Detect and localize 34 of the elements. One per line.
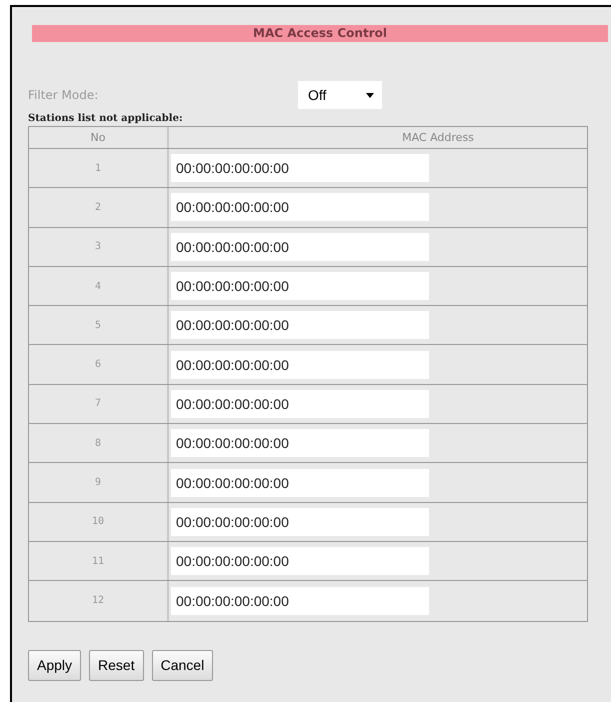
row-number: 7 xyxy=(29,384,169,424)
mac-address-field[interactable]: 00:00:00:00:00:00 xyxy=(171,547,429,576)
mac-address-field[interactable]: 00:00:00:00:00:00 xyxy=(171,311,429,340)
row-number: 6 xyxy=(29,345,169,384)
row-number: 11 xyxy=(29,542,169,580)
row-number: 1 xyxy=(29,149,169,188)
mac-address-field[interactable]: 00:00:00:00:00:00 xyxy=(171,429,429,458)
section-title: MAC Access Control xyxy=(32,25,608,42)
row-number: 4 xyxy=(29,266,169,306)
mac-address-field[interactable]: 00:00:00:00:00:00 xyxy=(171,390,429,418)
row-number: 3 xyxy=(29,228,169,266)
mac-address-field[interactable]: 00:00:00:00:00:00 xyxy=(171,232,429,261)
mac-address-field[interactable]: 00:00:00:00:00:00 xyxy=(171,193,429,222)
action-button[interactable]: Apply xyxy=(28,650,82,681)
row-number: 9 xyxy=(29,463,169,502)
column-header: No xyxy=(29,127,169,148)
row-number: 5 xyxy=(29,306,169,344)
stations-note: Stations list not applicable: xyxy=(28,113,184,125)
mac-address-field[interactable]: 00:00:00:00:00:00 xyxy=(171,272,429,300)
row-number: 10 xyxy=(29,502,169,541)
caret-icon xyxy=(366,92,374,98)
action-button[interactable]: Cancel xyxy=(152,650,214,681)
mac-address-field[interactable]: 00:00:00:00:00:00 xyxy=(171,508,429,536)
filter-mode-select[interactable]: Off xyxy=(298,81,382,109)
action-button[interactable]: Reset xyxy=(89,650,144,681)
mac-address-field[interactable]: 00:00:00:00:00:00 xyxy=(171,350,429,379)
column-header: MAC Address xyxy=(401,130,475,146)
mac-address-field[interactable]: 00:00:00:00:00:00 xyxy=(171,586,429,615)
row-number: 8 xyxy=(29,424,169,462)
row-number: 12 xyxy=(29,581,169,621)
mac-address-field[interactable]: 00:00:00:00:00:00 xyxy=(171,154,429,182)
row-number: 2 xyxy=(29,188,169,227)
filter-mode-label: Filter Mode: xyxy=(28,87,100,104)
mac-address-field[interactable]: 00:00:00:00:00:00 xyxy=(171,468,429,497)
